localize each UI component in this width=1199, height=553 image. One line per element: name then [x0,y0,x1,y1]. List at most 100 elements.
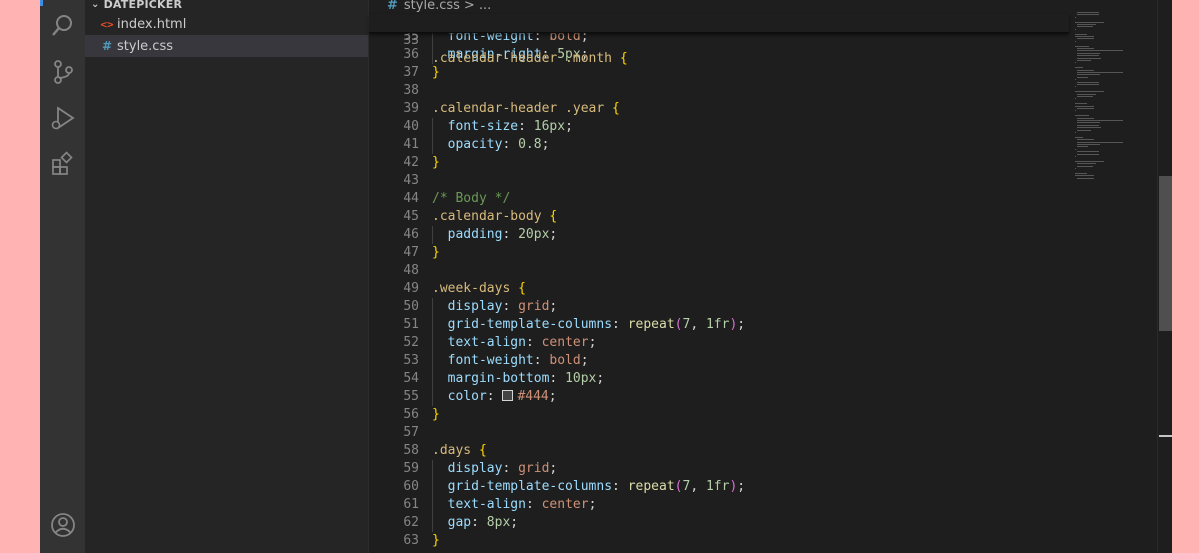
minimap-line [1077,124,1099,126]
line-text: padding: 20px; [447,227,558,242]
extensions-icon[interactable] [49,150,77,178]
minimap[interactable] [1069,0,1159,553]
minimap-line [1077,177,1094,179]
minimap-line [1077,74,1100,76]
vertical-scrollbar[interactable] [1157,0,1172,553]
line-number: 63 [403,533,419,548]
minimap-line [1075,33,1087,35]
line-number: 44 [403,191,419,206]
line-text: text-align: center; [447,335,597,350]
line-text: text-align: center; [447,497,597,512]
minimap-line [1075,79,1077,81]
line-number: 57 [403,425,419,440]
minimap-line [1077,12,1099,13]
minimap-line [1077,60,1092,61]
minimap-line [1075,40,1077,42]
code-line: 62 gap: 8px; [369,514,1069,532]
folder-header[interactable]: ⌄ DATEPICKER [91,0,182,12]
account-icon[interactable] [49,511,77,539]
line-number: 54 [403,371,419,386]
line-number: 58 [403,443,419,458]
line-text: grid-template-columns: repeat(7, 1fr); [447,479,746,494]
line-text: /* Body */ [432,191,511,206]
line-text: .calendar-header .month { [432,51,628,66]
line-number: 62 [403,515,419,530]
active-indicator [40,0,43,6]
line-text: gap: 8px; [447,515,519,530]
file-item-index-html[interactable]: <> index.html [85,13,368,35]
minimap-line [1077,117,1094,119]
minimap-line [1075,160,1104,162]
minimap-line [1077,14,1099,16]
code-editor[interactable]: # style.css > ... 33 .calendar-header .m… [369,0,1172,553]
minimap-line [1075,98,1077,100]
line-number: 33 [403,33,419,48]
search-icon[interactable] [49,12,77,40]
minimap-line [1077,81,1099,83]
file-item-style-css[interactable]: # style.css [85,35,368,57]
vscode-window: ⌄ DATEPICKER <> index.html # style.css #… [40,0,1172,553]
minimap-line [1075,136,1084,138]
minimap-line [1075,168,1077,169]
code-line: 52 text-align: center; [369,334,1069,352]
line-text: } [432,155,440,170]
line-text: .days { [432,443,487,458]
scrollbar-cursor-marker [1159,435,1172,437]
minimap-line [1077,24,1097,25]
color-swatch[interactable] [502,390,514,401]
minimap-line [1077,72,1123,73]
code-line: 39 .calendar-header .year { [369,100,1069,118]
line-number: 56 [403,407,419,422]
html-file-icon: <> [100,17,114,31]
line-number: 42 [403,155,419,170]
code-line: 41 opacity: 0.8; [369,136,1069,154]
line-text: grid-template-columns: repeat(7, 1fr); [447,317,746,332]
activity-bar [40,0,85,553]
minimap-line [1075,16,1077,18]
minimap-line [1075,67,1084,69]
line-number: 61 [403,497,419,512]
css-file-icon: # [387,0,398,13]
code-line: 46 padding: 20px; [369,226,1069,244]
line-number: 49 [403,281,419,296]
minimap-line [1077,52,1100,54]
scrollbar-thumb[interactable] [1159,176,1172,331]
chevron-down-icon: ⌄ [91,0,100,10]
code-line: 43 [369,172,1069,190]
code-line: 45 .calendar-body { [369,208,1069,226]
code-line: 42} [369,154,1069,172]
line-text: } [432,533,440,548]
minimap-line [1075,86,1077,88]
code-line: 53 font-weight: bold; [369,352,1069,370]
minimap-line [1077,163,1097,165]
folder-name: DATEPICKER [103,0,183,11]
line-number: 50 [403,299,419,314]
code-line: 58 .days { [369,442,1069,460]
code-line: 50 display: grid; [369,298,1069,316]
minimap-line [1077,50,1123,52]
minimap-line [1077,96,1093,97]
minimap-line [1077,55,1099,57]
code-line: 47} [369,244,1069,262]
breadcrumb-file[interactable]: style.css [404,0,460,13]
line-text: margin-bottom: 10px; [447,371,605,386]
file-name: index.html [117,16,187,32]
background-strip [1172,0,1199,553]
css-file-icon: # [101,39,113,53]
line-number: 51 [403,317,419,332]
explorer-sidebar: ⌄ DATEPICKER <> index.html # style.css [85,0,369,553]
sticky-scroll-line[interactable]: 33 .calendar-header .month { [369,14,1069,66]
line-text: } [432,407,440,422]
source-control-icon[interactable] [49,58,77,86]
minimap-line [1075,172,1087,174]
breadcrumb-rest[interactable]: ... [479,0,491,13]
minimap-line [1077,122,1100,124]
run-debug-icon[interactable] [49,104,77,132]
code-line: 33 .calendar-header .month { [369,14,1069,66]
line-text: display: grid; [447,299,558,314]
minimap-line [1077,57,1101,59]
file-name: style.css [117,38,173,54]
line-text: color: #444; [447,389,557,404]
line-number: 52 [403,335,419,350]
line-text: opacity: 0.8; [447,137,550,152]
